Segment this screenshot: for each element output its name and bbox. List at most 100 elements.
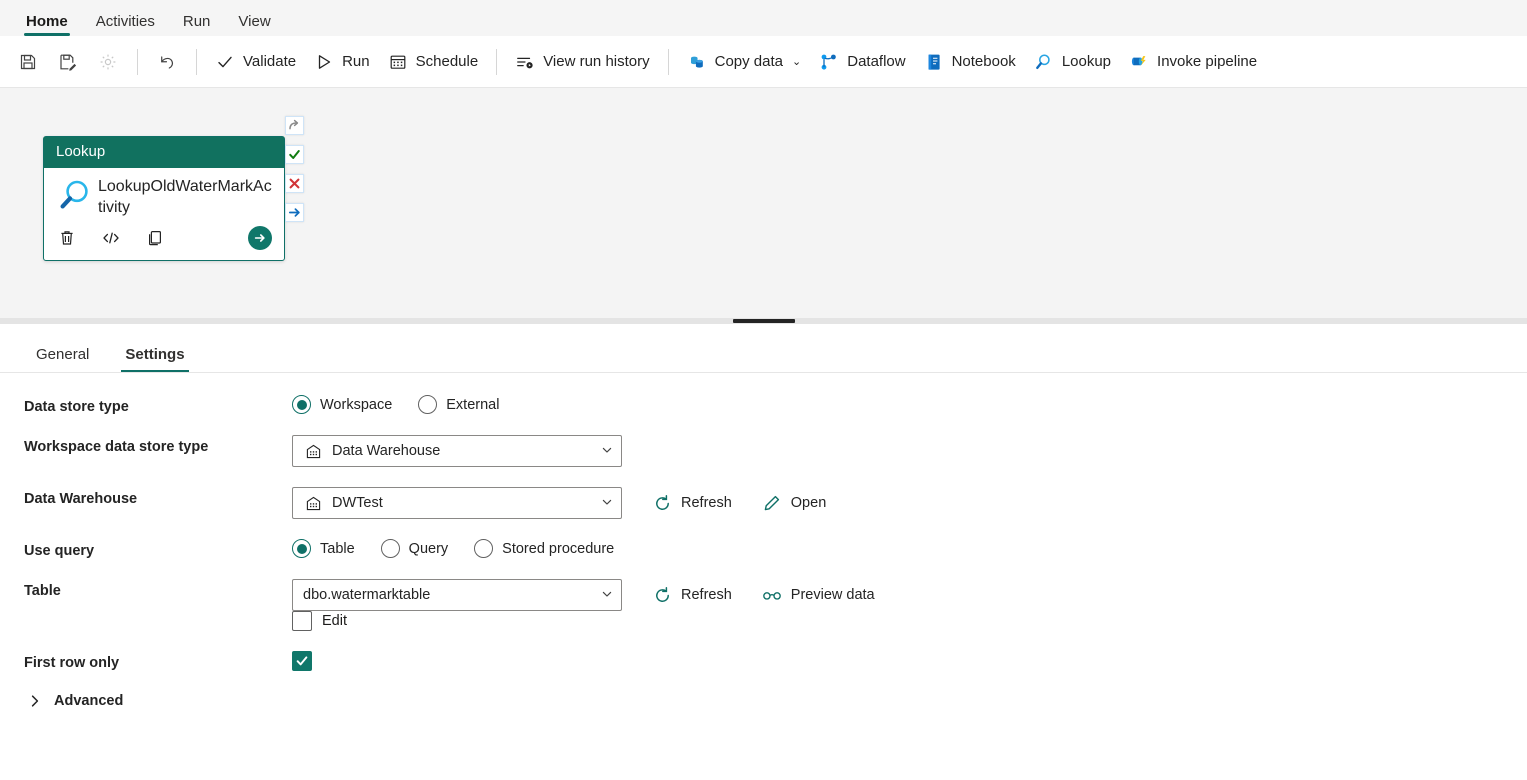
refresh-icon xyxy=(652,493,672,513)
field-use-query: Use query Table Query Stored procedure xyxy=(0,539,1527,559)
dataflow-button[interactable]: Dataflow xyxy=(810,44,914,80)
radio-workspace-mark xyxy=(292,395,311,414)
workspace-data-store-type-value: Data Warehouse xyxy=(332,443,441,459)
radio-query-label: Query xyxy=(408,540,449,557)
data-warehouse-value: DWTest xyxy=(332,495,383,511)
table-refresh-button[interactable]: Refresh xyxy=(652,585,732,605)
schedule-button[interactable]: Schedule xyxy=(379,44,488,80)
run-from-activity-icon[interactable] xyxy=(248,226,272,250)
checkmark-icon xyxy=(215,52,235,72)
invoke-pipeline-button[interactable]: Invoke pipeline xyxy=(1120,44,1266,80)
chevron-down-icon: ⌄ xyxy=(792,56,802,68)
command-toolbar: Validate Run Schedule View run history C… xyxy=(0,36,1527,88)
sub-indent-spacer xyxy=(24,611,292,631)
workspace-data-store-type-dropdown[interactable]: Data Warehouse xyxy=(292,435,622,467)
radio-workspace[interactable]: Workspace xyxy=(292,395,392,414)
toolbar-divider-3 xyxy=(496,48,498,75)
invoke-pipeline-label: Invoke pipeline xyxy=(1157,53,1258,70)
data-warehouse-refresh-button[interactable]: Refresh xyxy=(652,493,732,513)
run-button[interactable]: Run xyxy=(305,44,379,80)
advanced-expander[interactable]: Advanced xyxy=(0,693,123,709)
chevron-down-icon xyxy=(601,444,613,459)
save-icon xyxy=(18,52,38,72)
table-dropdown[interactable]: dbo.watermarktable xyxy=(292,579,622,611)
preview-data-label: Preview data xyxy=(790,587,875,603)
duplicate-icon[interactable] xyxy=(144,227,166,249)
radio-query[interactable]: Query xyxy=(380,539,449,558)
lookup-activity-card[interactable]: Lookup LookupOldWaterMarkActivity xyxy=(43,136,285,261)
preview-data-button[interactable]: Preview data xyxy=(762,585,875,605)
copy-data-button[interactable]: Copy data ⌄ xyxy=(678,44,811,80)
toolbar-divider-4 xyxy=(667,48,669,75)
edit-checkbox-row[interactable]: Edit xyxy=(292,611,347,631)
field-data-store-type: Data store type Workspace External xyxy=(0,395,1527,415)
chevron-down-icon xyxy=(601,588,613,603)
panel-splitter[interactable] xyxy=(0,318,1527,324)
ribbon-tab-activities-label: Activities xyxy=(95,13,155,30)
success-handle[interactable] xyxy=(285,145,304,164)
edit-checkbox[interactable] xyxy=(292,611,312,631)
data-warehouse-open-button[interactable]: Open xyxy=(762,493,826,513)
field-table-edit: Edit xyxy=(0,611,1527,631)
save-button[interactable] xyxy=(8,44,48,80)
radio-stored-procedure[interactable]: Stored procedure xyxy=(474,539,614,558)
radio-external[interactable]: External xyxy=(418,395,499,414)
toolbar-divider-2 xyxy=(196,48,197,75)
table-value: dbo.watermarktable xyxy=(303,587,431,603)
gear-icon xyxy=(98,52,118,72)
radio-table-label: Table xyxy=(320,540,355,557)
splitter-grip[interactable] xyxy=(732,319,795,323)
ribbon-tab-run-label: Run xyxy=(182,13,211,30)
tab-settings[interactable]: Settings xyxy=(111,346,198,372)
toolbar-divider xyxy=(137,48,138,75)
activity-connector-handles xyxy=(285,116,304,222)
data-warehouse-dropdown[interactable]: DWTest xyxy=(292,487,622,519)
tab-general[interactable]: General xyxy=(22,346,103,372)
code-view-icon[interactable] xyxy=(100,227,122,249)
ribbon-tab-run[interactable]: Run xyxy=(169,14,225,36)
radio-stored-procedure-label: Stored procedure xyxy=(502,540,615,557)
data-warehouse-refresh-label: Refresh xyxy=(681,495,732,511)
data-store-type-radio-group: Workspace External xyxy=(292,395,499,414)
ribbon-tab-activities[interactable]: Activities xyxy=(82,14,169,36)
first-row-only-checkbox[interactable] xyxy=(292,651,312,671)
dataflow-label: Dataflow xyxy=(847,53,906,70)
table-refresh-label: Refresh xyxy=(681,587,732,603)
completion-handle[interactable] xyxy=(285,203,304,222)
use-query-radio-group: Table Query Stored procedure xyxy=(292,539,614,558)
view-run-history-button[interactable]: View run history xyxy=(506,44,658,80)
lookup-button[interactable]: Lookup xyxy=(1025,44,1120,80)
delete-icon[interactable] xyxy=(56,227,78,249)
ribbon-tab-home[interactable]: Home xyxy=(12,14,82,36)
notebook-label: Notebook xyxy=(951,53,1016,70)
settings-button[interactable] xyxy=(88,44,128,80)
pipeline-canvas[interactable]: Lookup LookupOldWaterMarkActivity xyxy=(0,88,1527,318)
ribbon-tab-view[interactable]: View xyxy=(224,14,284,36)
run-history-icon xyxy=(515,52,535,72)
notebook-button[interactable]: Notebook xyxy=(915,44,1025,80)
chevron-right-icon xyxy=(28,694,42,708)
field-data-warehouse: Data Warehouse DWTest Refresh Open xyxy=(0,487,1527,519)
radio-table[interactable]: Table xyxy=(292,539,355,558)
settings-form: Data store type Workspace External Works… xyxy=(0,373,1527,713)
ribbon-tab-bar: Home Activities Run View xyxy=(0,0,1527,36)
activity-name: LookupOldWaterMarkActivity xyxy=(98,178,272,216)
data-warehouse-label: Data Warehouse xyxy=(24,491,138,507)
failure-handle[interactable] xyxy=(285,174,304,193)
data-store-type-label: Data store type xyxy=(24,399,129,415)
pencil-icon xyxy=(762,493,782,513)
use-query-label: Use query xyxy=(24,543,95,559)
warehouse-icon xyxy=(303,493,323,513)
activity-card-body: LookupOldWaterMarkActivity xyxy=(44,168,284,224)
field-first-row-only: First row only xyxy=(0,651,1527,671)
warehouse-icon xyxy=(303,441,323,461)
save-as-button[interactable] xyxy=(48,44,88,80)
radio-external-label: External xyxy=(446,396,500,413)
tab-settings-label: Settings xyxy=(125,346,185,363)
validate-button[interactable]: Validate xyxy=(206,44,305,80)
save-as-icon xyxy=(58,52,78,72)
validate-label: Validate xyxy=(243,53,297,70)
radio-stored-procedure-mark xyxy=(474,539,494,558)
undo-button[interactable] xyxy=(147,44,187,80)
skip-handle[interactable] xyxy=(285,116,304,135)
